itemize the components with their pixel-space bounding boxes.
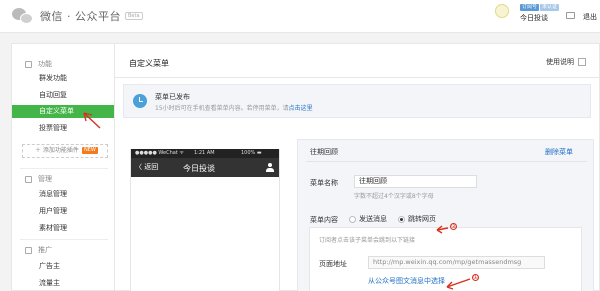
help-link[interactable]: 使用说明	[546, 57, 574, 67]
radio-selected-icon	[398, 215, 405, 223]
publish-notice: 菜单已发布 15小时后可在手机查看菜单内容。若停用菜单，请点击这里	[123, 84, 591, 118]
sidebar-item-vote-manage[interactable]: 投票管理	[12, 122, 115, 135]
phone-title: 今日投谈	[183, 164, 215, 173]
check-icon	[133, 94, 147, 108]
menu-name-label: 菜单名称	[310, 179, 338, 187]
sidebar-divider	[20, 239, 108, 240]
clock-text: 1:21 AM	[194, 150, 215, 156]
sidebar-item-auto-reply[interactable]: 自动回复	[12, 89, 115, 102]
wechat-logo-icon	[12, 7, 34, 25]
new-badge: NEW	[81, 147, 98, 154]
header-divider	[115, 77, 600, 78]
page-url-label: 页面地址	[319, 260, 347, 268]
radio-circle-icon	[349, 215, 356, 223]
app-title: 微信 · 公众平台	[40, 10, 121, 23]
account-avatar[interactable]	[495, 4, 509, 18]
main-panel: 自定义菜单 使用说明 菜单已发布 15小时后可在手机查看菜单内容。若停用菜单，请…	[114, 43, 600, 291]
menu-editor-panel: 往期回顾 删除菜单 菜单名称 往期回顾 字数不超过4个汉字或8个字母 菜单内容 …	[297, 139, 594, 291]
sidebar: 功能 群发功能 自动回复 自定义菜单 投票管理 ＋ 添加功能插件 NEW 管理 消…	[11, 43, 115, 291]
folder-icon	[25, 175, 32, 183]
phone-nav-bar: 〈 返回 今日投谈	[131, 158, 279, 177]
menu-content-label: 菜单内容	[310, 216, 338, 224]
sidebar-item-materials[interactable]: 素材管理	[12, 222, 115, 235]
menu-name-hint: 字数不超过4个汉字或8个字母	[354, 193, 434, 200]
sidebar-item-publisher[interactable]: 流量主	[12, 277, 115, 290]
sidebar-item-advertiser[interactable]: 广告主	[12, 260, 115, 273]
stop-menu-link[interactable]: 点击这里	[289, 105, 313, 112]
add-plugin-button[interactable]: ＋ 添加功能插件 NEW	[22, 144, 108, 158]
delete-menu-link[interactable]: 删除菜单	[545, 147, 573, 157]
phone-status-bar: ●●●●● WeChat ᯤ 1:21 AM 100% ▬	[131, 149, 279, 158]
sidebar-group-function: 功能	[25, 59, 52, 69]
redirect-settings-box: 订阅者点击该子菜单会跳到以下链接 页面地址 http://mp.weixin.q…	[309, 227, 582, 291]
annotation-mark-2: ②	[450, 223, 457, 230]
send-message-radio[interactable]: 发送消息	[349, 214, 387, 224]
account-type-badge: 订阅号	[520, 4, 540, 11]
sidebar-item-messages[interactable]: 消息管理	[12, 188, 115, 201]
battery-text: 100% ▬	[241, 150, 262, 156]
sidebar-group-promote: 推广	[25, 245, 52, 255]
page-title: 自定义菜单	[129, 59, 169, 68]
menu-name-input[interactable]: 往期回顾	[354, 175, 477, 188]
help-checkbox[interactable]	[578, 58, 586, 66]
menu-editor-title: 往期回顾	[310, 148, 338, 156]
message-icon[interactable]	[566, 12, 575, 19]
pick-article-link[interactable]: 从公众号图文消息中选择	[368, 276, 445, 286]
redirect-tip: 订阅者点击该子菜单会跳到以下链接	[319, 237, 416, 244]
sidebar-item-mass-send[interactable]: 群发功能	[12, 72, 115, 85]
redirect-page-radio[interactable]: 跳转网页	[398, 214, 436, 224]
logout-link[interactable]: 退出	[583, 12, 597, 22]
carrier-text: ●●●●● WeChat ᯤ	[135, 150, 184, 156]
sidebar-item-users[interactable]: 用户管理	[12, 205, 115, 218]
sidebar-divider	[20, 168, 108, 169]
account-verify-badge: 未认证	[540, 4, 560, 11]
user-icon[interactable]	[266, 163, 274, 172]
megaphone-icon	[25, 246, 32, 254]
annotation-mark-1: ①	[472, 274, 479, 281]
account-name[interactable]: 今日投谈	[520, 13, 548, 23]
page-url-input[interactable]: http://mp.weixin.qq.com/mp/getmassendmsg	[368, 256, 545, 269]
panel-divider	[306, 161, 587, 162]
top-bar: 微信 · 公众平台 Beta 订阅号 未认证 今日投谈 退出	[0, 0, 600, 33]
notice-title: 菜单已发布	[155, 93, 190, 101]
phone-preview: ●●●●● WeChat ᯤ 1:21 AM 100% ▬ 〈 返回 今日投谈	[130, 149, 280, 291]
sidebar-group-manage: 管理	[25, 174, 52, 184]
sidebar-item-custom-menu[interactable]: 自定义菜单	[12, 105, 115, 118]
plus-icon: ＋	[35, 147, 43, 154]
notice-text: 15小时后可在手机查看菜单内容。若停用菜单，请点击这里	[155, 105, 313, 112]
wechat-logo[interactable]: 微信 · 公众平台 Beta	[12, 7, 143, 25]
beta-badge: Beta	[125, 12, 143, 20]
back-button[interactable]: 〈 返回	[135, 162, 158, 172]
grid-icon	[25, 60, 32, 68]
